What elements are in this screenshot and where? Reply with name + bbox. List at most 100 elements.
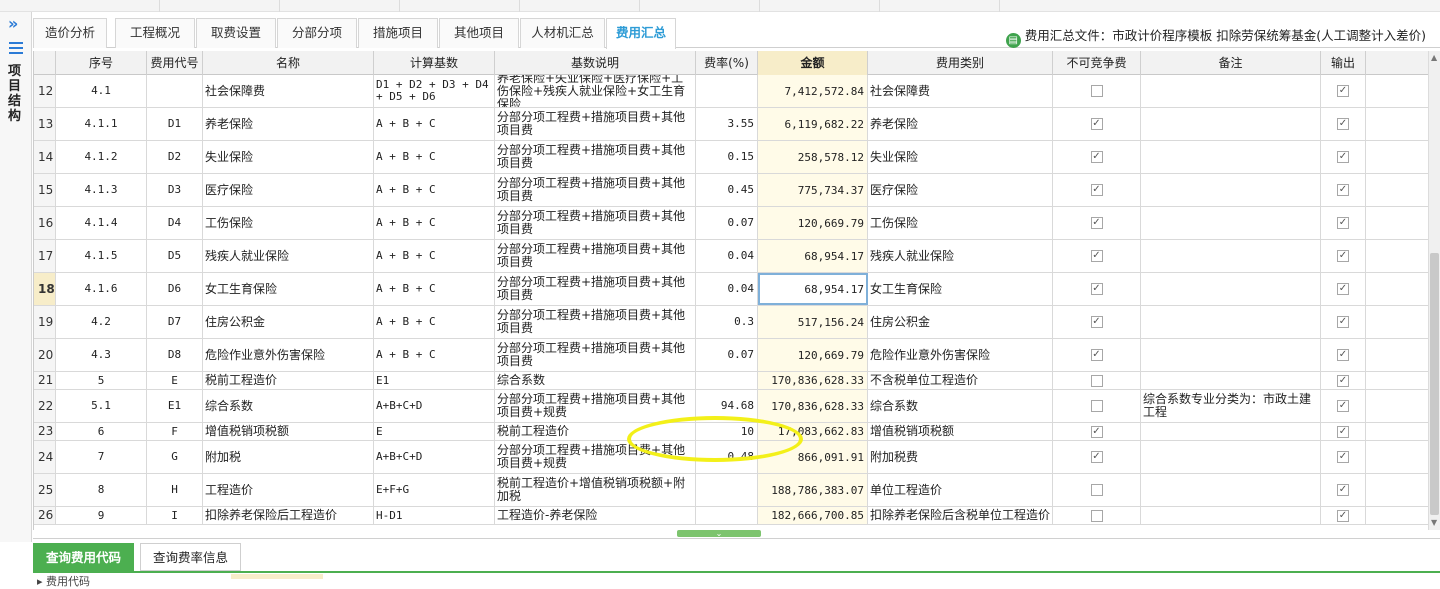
cell-desc[interactable]: 分部分项工程费+措施项目费+其他项目费 bbox=[495, 306, 696, 338]
table-row[interactable]: 17 4.1.5 D5 残疾人就业保险 A + B + C 分部分项工程费+措施项目费+其… bbox=[34, 240, 1428, 273]
vertical-scrollbar[interactable]: ▲ ▼ bbox=[1428, 51, 1440, 530]
cell-category[interactable]: 医疗保险 bbox=[868, 174, 1053, 206]
cell-code[interactable]: D4 bbox=[147, 207, 203, 239]
col-header-desc[interactable]: 基数说明 bbox=[495, 51, 696, 75]
col-header-base[interactable]: 计算基数 bbox=[374, 51, 495, 75]
cell-code[interactable] bbox=[147, 75, 203, 107]
col-header-rate[interactable]: 费率(%) bbox=[696, 51, 758, 75]
cell-rate[interactable]: 0.04 bbox=[696, 273, 758, 305]
cell-base[interactable]: A + B + C bbox=[374, 240, 495, 272]
cell-amount[interactable]: 6,119,682.22 bbox=[758, 108, 868, 140]
noncompetitive-checkbox[interactable]: ✓ bbox=[1090, 425, 1103, 438]
noncompetitive-checkbox[interactable]: ✓ bbox=[1090, 184, 1103, 196]
cell-amount[interactable]: 120,669.79 bbox=[758, 339, 868, 371]
cell-noncomp[interactable]: ✓ bbox=[1053, 423, 1141, 440]
cell-base[interactable]: E bbox=[374, 423, 495, 440]
cell-code[interactable]: F bbox=[147, 423, 203, 440]
fee-code-tree-item[interactable]: ▸ 费用代码 bbox=[37, 573, 90, 589]
cell-noncomp[interactable]: ✓ bbox=[1053, 141, 1141, 173]
cell-noncomp[interactable] bbox=[1053, 507, 1141, 524]
output-checkbox[interactable]: ✓ bbox=[1337, 283, 1349, 295]
noncompetitive-checkbox[interactable] bbox=[1090, 85, 1103, 97]
cell-output[interactable]: ✓ bbox=[1321, 339, 1366, 371]
cell-rate[interactable]: 0.07 bbox=[696, 207, 758, 239]
cell-code[interactable]: E1 bbox=[147, 390, 203, 422]
table-row[interactable]: 18 4.1.6 D6 女工生育保险 A + B + C 分部分项工程费+措施项目费+其他… bbox=[34, 273, 1428, 306]
cell-desc[interactable]: 综合系数 bbox=[495, 372, 696, 389]
cell-amount[interactable]: 775,734.37 bbox=[758, 174, 868, 206]
cell-name[interactable]: 危险作业意外伤害保险 bbox=[203, 339, 374, 371]
noncompetitive-checkbox[interactable]: ✓ bbox=[1090, 250, 1103, 262]
cell-seq[interactable]: 4.3 bbox=[56, 339, 147, 371]
scroll-down-icon[interactable]: ▼ bbox=[1431, 518, 1437, 527]
cell-seq[interactable]: 5.1 bbox=[56, 390, 147, 422]
cell-name[interactable]: 残疾人就业保险 bbox=[203, 240, 374, 272]
col-header-code[interactable]: 费用代号 bbox=[147, 51, 203, 75]
cell-code[interactable]: D2 bbox=[147, 141, 203, 173]
cell-noncomp[interactable] bbox=[1053, 372, 1141, 389]
output-checkbox[interactable]: ✓ bbox=[1337, 184, 1349, 196]
cell-code[interactable]: E bbox=[147, 372, 203, 389]
table-row[interactable]: 13 4.1.1 D1 养老保险 A + B + C 分部分项工程费+措施项目费+其他项目… bbox=[34, 108, 1428, 141]
cell-code[interactable]: H bbox=[147, 474, 203, 506]
cell-rate[interactable]: 0.45 bbox=[696, 174, 758, 206]
noncompetitive-checkbox[interactable]: ✓ bbox=[1090, 316, 1103, 328]
output-checkbox[interactable]: ✓ bbox=[1337, 85, 1349, 97]
cell-category[interactable]: 住房公积金 bbox=[868, 306, 1053, 338]
table-row[interactable]: 23 6 F 增值税销项税额 E 税前工程造价 10 17,083,662.83 增值税销项税额… bbox=[34, 423, 1428, 441]
tab-4[interactable]: 措施项目 bbox=[358, 18, 438, 48]
cell-output[interactable]: ✓ bbox=[1321, 306, 1366, 338]
cell-remark[interactable]: 综合系数专业分类为：市政土建工程 bbox=[1141, 390, 1321, 422]
noncompetitive-checkbox[interactable]: ✓ bbox=[1090, 217, 1103, 229]
table-row[interactable]: 24 7 G 附加税 A+B+C+D 分部分项工程费+措施项目费+其他项目费+规费 0.48… bbox=[34, 441, 1428, 474]
cell-remark[interactable] bbox=[1141, 240, 1321, 272]
cell-output[interactable]: ✓ bbox=[1321, 507, 1366, 524]
cell-amount[interactable]: 68,954.17 bbox=[758, 240, 868, 272]
cell-output[interactable]: ✓ bbox=[1321, 207, 1366, 239]
cell-rate[interactable] bbox=[696, 372, 758, 389]
expand-chevron-icon[interactable]: » bbox=[8, 16, 18, 32]
cell-category[interactable]: 失业保险 bbox=[868, 141, 1053, 173]
cell-noncomp[interactable]: ✓ bbox=[1053, 306, 1141, 338]
cell-code[interactable]: D8 bbox=[147, 339, 203, 371]
table-row[interactable]: 22 5.1 E1 综合系数 A+B+C+D 分部分项工程费+措施项目费+其他项目费+规费… bbox=[34, 390, 1428, 423]
cell-noncomp[interactable]: ✓ bbox=[1053, 339, 1141, 371]
cell-code[interactable]: D3 bbox=[147, 174, 203, 206]
cell-rate[interactable]: 0.3 bbox=[696, 306, 758, 338]
cell-base[interactable]: A + B + C bbox=[374, 207, 495, 239]
cell-category[interactable]: 综合系数 bbox=[868, 390, 1053, 422]
cell-code[interactable]: D5 bbox=[147, 240, 203, 272]
cell-category[interactable]: 社会保障费 bbox=[868, 75, 1053, 107]
table-row[interactable]: 20 4.3 D8 危险作业意外伤害保险 A + B + C 分部分项工程费+措施项目费+… bbox=[34, 339, 1428, 372]
cell-category[interactable]: 危险作业意外伤害保险 bbox=[868, 339, 1053, 371]
cell-remark[interactable] bbox=[1141, 339, 1321, 371]
cell-base[interactable]: A + B + C bbox=[374, 339, 495, 371]
cell-seq[interactable]: 5 bbox=[56, 372, 147, 389]
col-header-category[interactable]: 费用类别 bbox=[868, 51, 1053, 75]
cell-noncomp[interactable]: ✓ bbox=[1053, 240, 1141, 272]
cell-amount[interactable]: 258,578.12 bbox=[758, 141, 868, 173]
cell-category[interactable]: 女工生育保险 bbox=[868, 273, 1053, 305]
cell-noncomp[interactable] bbox=[1053, 390, 1141, 422]
cell-amount[interactable]: 68,954.17 bbox=[758, 273, 868, 305]
cell-base[interactable]: E+F+G bbox=[374, 474, 495, 506]
cell-rate[interactable]: 0.07 bbox=[696, 339, 758, 371]
cell-desc[interactable]: 税前工程造价+增值税销项税额+附加税 bbox=[495, 474, 696, 506]
cell-output[interactable]: ✓ bbox=[1321, 372, 1366, 389]
cell-seq[interactable]: 8 bbox=[56, 474, 147, 506]
cell-base[interactable]: E1 bbox=[374, 372, 495, 389]
cell-code[interactable]: D7 bbox=[147, 306, 203, 338]
col-header-noncomp[interactable]: 不可竞争费 bbox=[1053, 51, 1141, 75]
cell-category[interactable]: 工伤保险 bbox=[868, 207, 1053, 239]
table-row[interactable]: 26 9 I 扣除养老保险后工程造价 H-D1 工程造价-养老保险 182,666,700.… bbox=[34, 507, 1428, 525]
cell-seq[interactable]: 4.1.6 bbox=[56, 273, 147, 305]
cell-desc[interactable]: 税前工程造价 bbox=[495, 423, 696, 440]
cell-output[interactable]: ✓ bbox=[1321, 75, 1366, 107]
cell-name[interactable]: 住房公积金 bbox=[203, 306, 374, 338]
cell-code[interactable]: D6 bbox=[147, 273, 203, 305]
cell-base[interactable]: A + B + C bbox=[374, 108, 495, 140]
cell-name[interactable]: 女工生育保险 bbox=[203, 273, 374, 305]
cell-seq[interactable]: 4.2 bbox=[56, 306, 147, 338]
cell-seq[interactable]: 4.1.5 bbox=[56, 240, 147, 272]
bottom-tab-1[interactable]: 查询费率信息 bbox=[140, 543, 242, 571]
